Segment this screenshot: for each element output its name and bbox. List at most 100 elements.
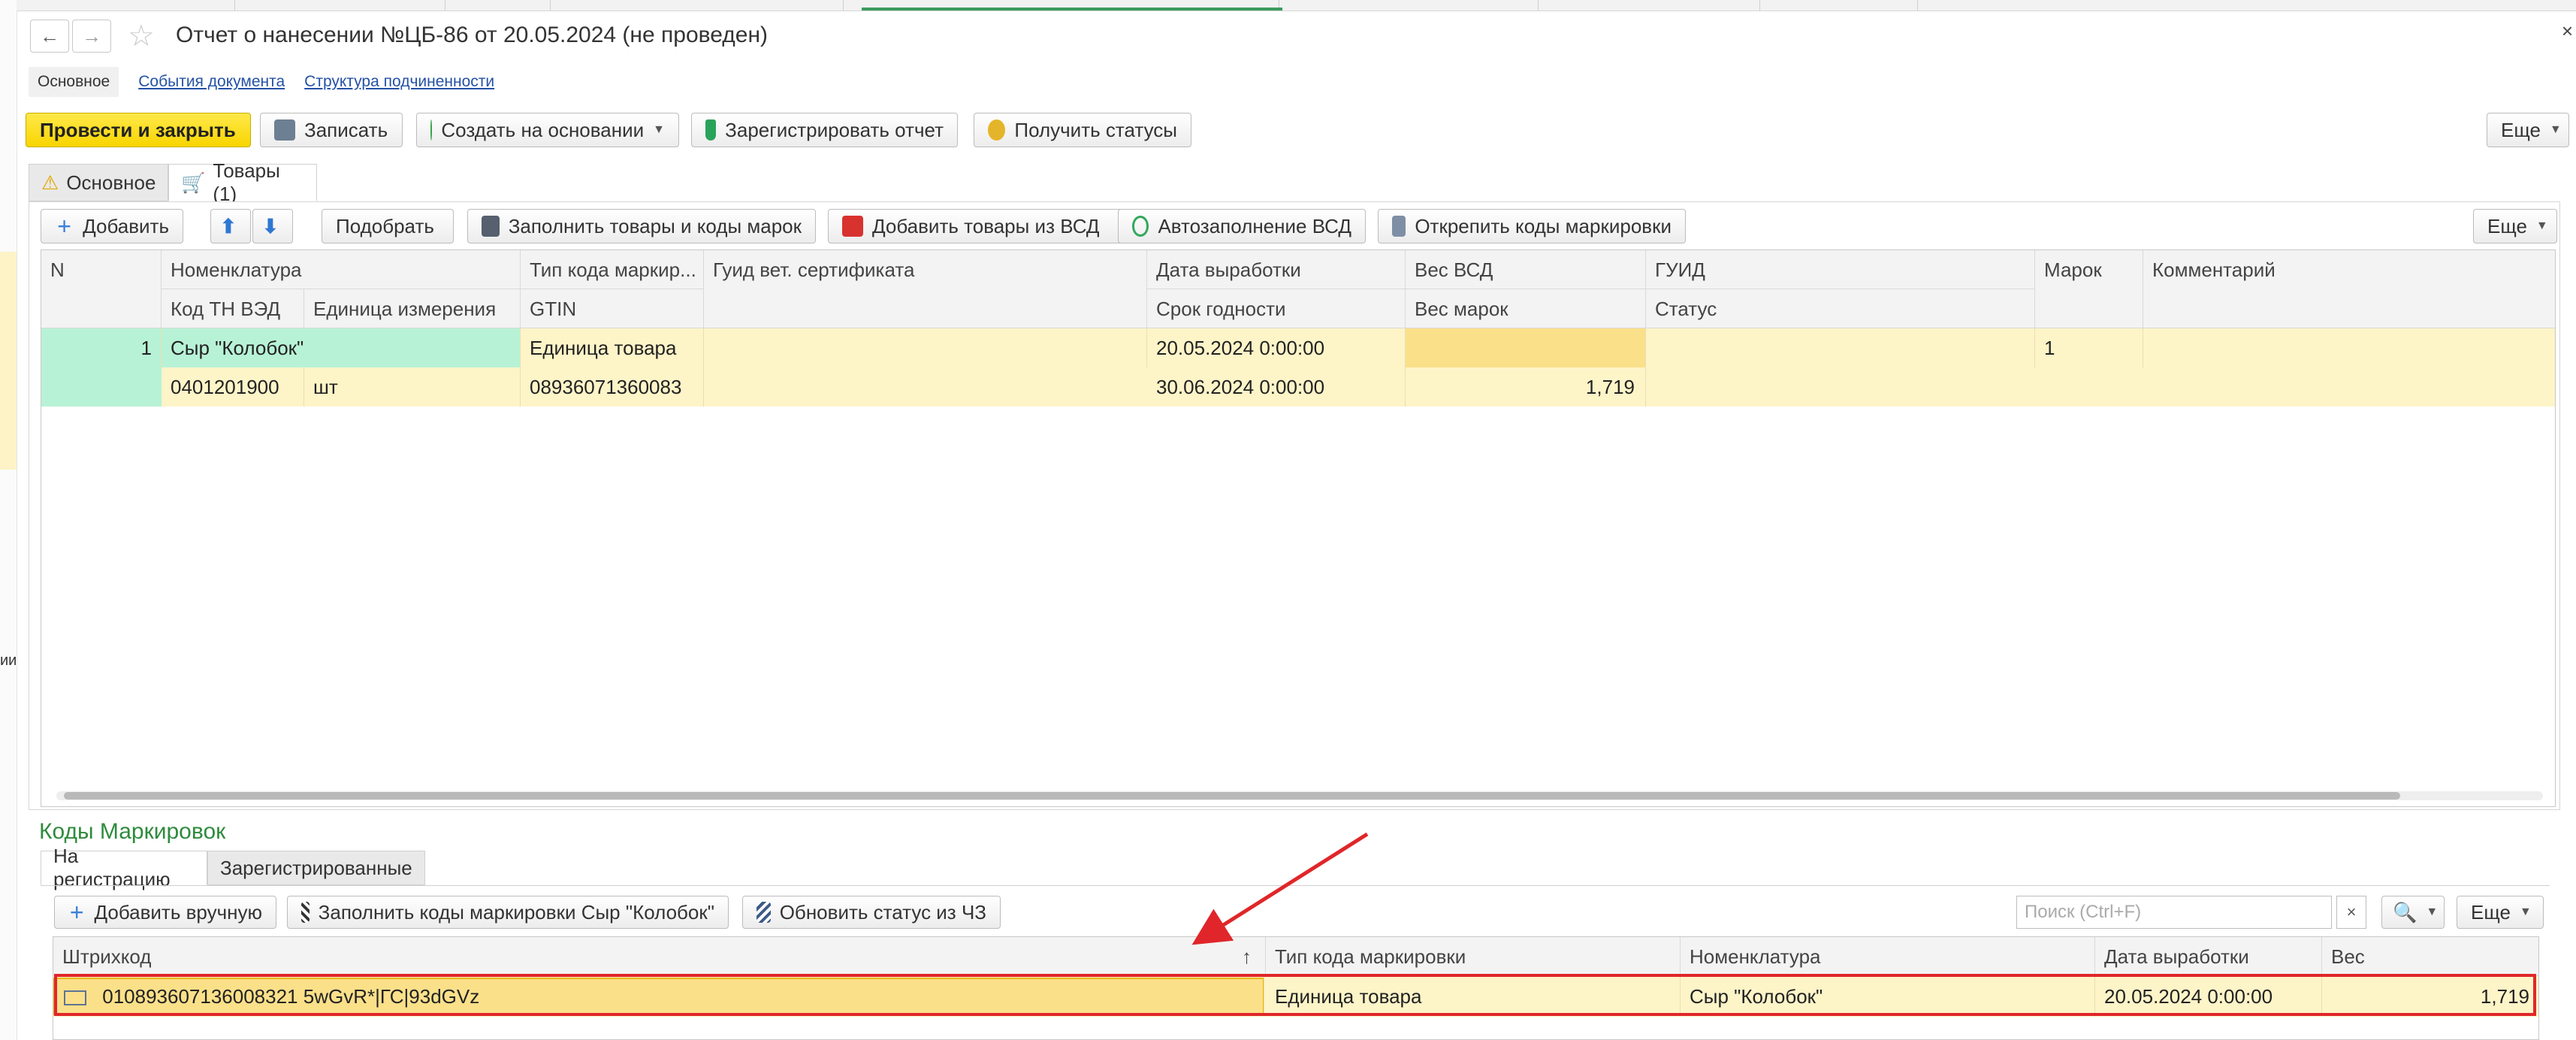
save-button[interactable]: Записать [260,113,403,147]
plus-circle-icon [430,119,433,141]
col-header-status[interactable]: Статус [1646,289,2035,328]
codes-tabs-divider [41,885,2550,886]
check-circle-icon [1132,216,1149,237]
tab-goods-label: Товары (1) [213,159,280,205]
col-header-barcode[interactable]: Штрихкод ↑ [53,937,1266,976]
qr-refresh-icon [756,902,771,923]
col-header-n[interactable]: N [41,250,162,328]
more-label: Еще [2501,118,2541,141]
col-header-tn-ved[interactable]: Код ТН ВЭД [162,289,304,328]
unpin-codes-label: Открепить коды маркировки [1415,214,1672,237]
goods-table: N Номенклатура Тип кода маркир... Гуид в… [41,249,2556,807]
chevron-down-icon: ▼ [2535,219,2548,232]
col-header-marks-weight[interactable]: Вес марок [1406,289,1646,328]
move-up-button[interactable]: ⬆ [210,209,251,243]
window-tab-divider [550,0,551,11]
col-header-gtin[interactable]: GTIN [521,289,704,328]
forward-button[interactable]: → [72,20,111,53]
col-header-vet-guid[interactable]: Гуид вет. сертификата [704,250,1147,328]
move-down-button[interactable]: ⬇ [252,209,293,243]
col-header-code-type[interactable]: Тип кода маркировки [1266,937,1681,976]
col-header-expiry[interactable]: Срок годности [1147,289,1406,328]
col-header-guid[interactable]: ГУИД [1646,250,2035,289]
add-row-label: Добавить [83,214,169,237]
window-tab-strip [17,0,2576,11]
post-and-close-button[interactable]: Провести и закрыть [26,113,251,147]
search-icon: 🔍 [2393,900,2417,924]
codes-more-button[interactable]: Еще ▼ [2457,896,2544,929]
add-from-vsd-button[interactable]: Добавить товары из ВСД [828,209,1136,243]
tab-main[interactable]: ⚠ Основное [29,164,168,201]
tab-main-label: Основное [66,171,156,194]
horizontal-scrollbar[interactable] [56,791,2543,800]
cell-production-date[interactable]: 20.05.2024 0:00:00 [1147,328,1406,367]
search-clear-button[interactable]: × [2336,896,2366,929]
window-tab-divider [1917,0,1918,11]
cell-gtin[interactable]: 08936071360083 [521,367,704,407]
tab-to-register[interactable]: На регистрацию [41,845,207,890]
pick-button[interactable]: Подобрать [322,209,454,243]
section-link-structure[interactable]: Структура подчиненности [304,73,494,91]
goods-more-button[interactable]: Еще ▼ [2473,209,2557,243]
col-header-code-type[interactable]: Тип кода маркир... [521,250,704,289]
back-button[interactable]: ← [30,20,69,53]
plus-icon: + [57,213,71,240]
col-header-nomenclature[interactable]: Номенклатура [162,250,521,289]
sort-ascending-icon: ↑ [1242,945,1252,968]
col-header-marks[interactable]: Марок [2035,250,2143,328]
col-header-nomenclature[interactable]: Номенклатура [1681,937,2095,976]
update-status-button[interactable]: Обновить статус из ЧЗ [742,896,1001,929]
plus-icon: + [69,899,84,926]
window-tab-divider [1538,0,1539,11]
tab-goods[interactable]: 🛒 Товары (1) [168,159,317,205]
cell-marks-weight[interactable]: 1,719 [1406,367,1646,407]
unpin-codes-button[interactable]: Открепить коды маркировки [1378,209,1686,243]
box-icon [842,216,863,237]
section-link-events[interactable]: События документа [138,73,285,91]
cell-code-type[interactable]: Единица товара [521,328,704,367]
cell-guid[interactable] [1646,328,2035,367]
update-status-label: Обновить статус из ЧЗ [779,900,986,924]
fill-goods-codes-button[interactable]: Заполнить товары и коды марок [467,209,816,243]
tab-registered[interactable]: Зарегистрированные [207,851,425,885]
active-window-tab-indicator[interactable] [862,8,1282,11]
scanner-icon [482,216,500,237]
search-button[interactable]: 🔍 ▼ [2381,896,2445,929]
search-input[interactable]: Поиск (Ctrl+F) [2016,896,2332,929]
highlight-box [54,974,2536,1016]
cell-vsd-weight[interactable] [1406,328,1646,367]
col-header-production-date[interactable]: Дата выработки [1147,250,1406,289]
scrollbar-thumb[interactable] [64,792,2400,800]
col-header-unit[interactable]: Единица измерения [304,289,521,328]
cell-vet-guid[interactable] [704,328,1147,367]
cart-icon: 🛒 [181,171,206,194]
cell-n[interactable]: 1 [41,328,162,367]
col-header-comment[interactable]: Комментарий [2143,250,2555,328]
add-row-button[interactable]: + Добавить [41,209,183,243]
col-header-production-date[interactable]: Дата выработки [2095,937,2322,976]
create-based-on-label: Создать на основании [441,118,645,141]
shield-icon [705,119,717,141]
cell-marks[interactable]: 1 [2035,328,2143,367]
cell-nomenclature[interactable]: Сыр "Колобок" [162,328,521,367]
cell-unit[interactable]: шт [304,367,521,407]
section-current[interactable]: Основное [29,67,119,97]
cell-expiry[interactable]: 30.06.2024 0:00:00 [1147,367,1406,407]
col-header-weight[interactable]: Вес [2322,937,2538,976]
more-button[interactable]: Еще ▼ [2487,113,2569,147]
register-report-button[interactable]: Зарегистрировать отчет [691,113,958,147]
col-header-barcode-label: Штрихкод [62,945,152,968]
floppy-disk-icon [274,119,295,141]
codes-more-label: Еще [2471,900,2511,924]
close-icon[interactable]: × [2562,20,2573,43]
col-header-vsd-weight[interactable]: Вес ВСД [1406,250,1646,289]
cell-tn-ved[interactable]: 0401201900 [162,367,304,407]
add-manual-button[interactable]: + Добавить вручную [54,896,276,929]
favorite-star-icon[interactable]: ☆ [128,20,155,53]
get-statuses-button[interactable]: Получить статусы [974,113,1191,147]
autofill-vsd-button[interactable]: Автозаполнение ВСД [1118,209,1366,243]
fill-codes-button[interactable]: Заполнить коды маркировки Сыр "Колобок" [287,896,729,929]
arrow-right-icon: → [82,24,101,47]
create-based-on-button[interactable]: Создать на основании ▼ [416,113,679,147]
chevron-down-icon: ▼ [2549,123,2562,136]
